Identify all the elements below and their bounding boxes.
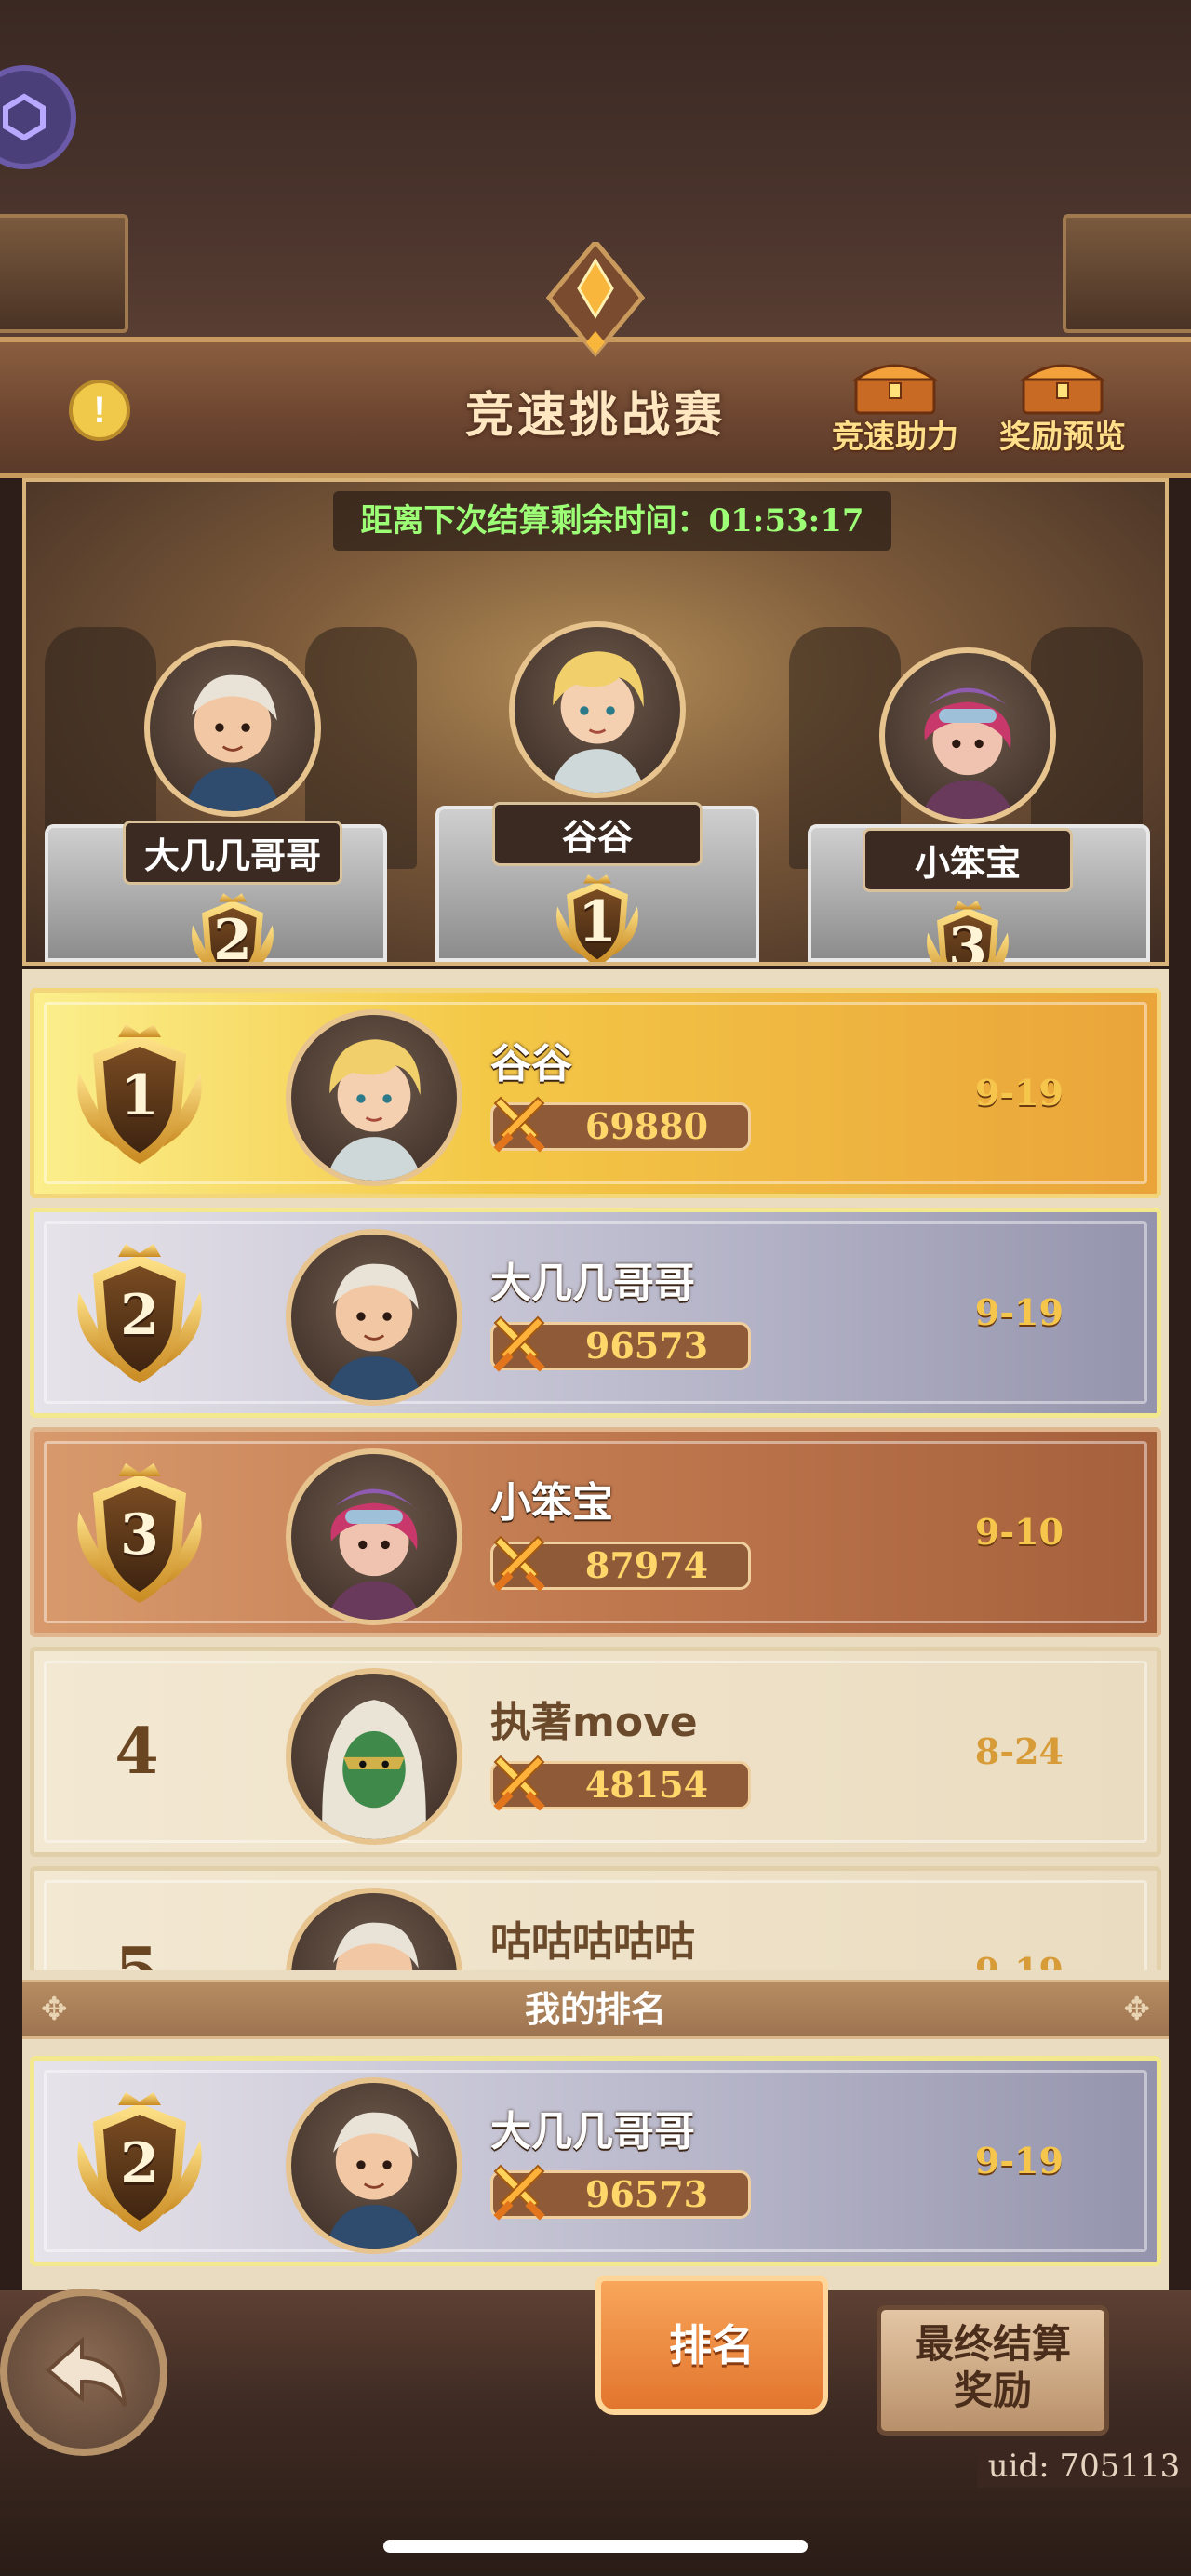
final-reward-tab[interactable]: 最终结算 奖励 — [877, 2305, 1109, 2436]
stage-level: 8-24 — [974, 1730, 1064, 1772]
ranking-row[interactable]: 1 谷谷 69880 9-19 — [30, 988, 1161, 1198]
power-value: 87974 — [584, 1544, 709, 1586]
countdown-time: 01:53:17 — [708, 502, 864, 540]
stage-level: 9-19 — [975, 1871, 1064, 1970]
final-reward-line2: 奖励 — [953, 2368, 1032, 2413]
back-button[interactable] — [0, 2289, 167, 2456]
my-rank-title: 我的排名 — [524, 1989, 666, 2030]
power-value: 96573 — [584, 1325, 709, 1367]
crossed-swords-icon — [488, 1096, 551, 1159]
ranking-row[interactable]: 4 执著move 48154 8-24 — [30, 1647, 1161, 1857]
home-indicator[interactable] — [383, 2540, 808, 2553]
left-pillar — [0, 214, 128, 333]
power-value: 48154 — [584, 1764, 709, 1806]
rank-shield-icon: 2 — [60, 1236, 219, 1395]
rank-number: 2 — [213, 908, 252, 966]
avatar — [286, 1009, 462, 1186]
avatar — [286, 2077, 462, 2254]
fleur-ornament-icon: ✥ — [1123, 1991, 1151, 2028]
treasure-chest-icon — [851, 364, 939, 415]
final-reward-line1: 最终结算 — [914, 2321, 1071, 2367]
race-boost-button[interactable]: 竞速助力 — [811, 357, 979, 460]
power-bar: 96573 — [490, 2170, 751, 2219]
player-name: 谷谷 — [490, 1040, 572, 1088]
ranking-row[interactable]: 3 小笨宝 87974 9-10 — [30, 1427, 1161, 1637]
stage-level: 9-10 — [974, 1511, 1064, 1553]
my-rank-header: ✥ 我的排名 ✥ — [22, 1980, 1169, 2039]
avatar — [286, 1668, 462, 1845]
player-name: 执著move — [490, 1699, 698, 1746]
countdown-label: 距离下次结算剩余时间： — [360, 502, 709, 540]
podium-name: 谷谷 — [492, 802, 703, 866]
podium-name: 大几几哥哥 — [122, 821, 342, 885]
crossed-swords-icon — [488, 1315, 551, 1379]
podium-slot-3[interactable]: 小笨宝 3 — [847, 647, 1089, 966]
podium-area: 距离下次结算剩余时间：01:53:17 大几几哥哥 2 谷谷 1 小笨宝 3 — [22, 478, 1169, 966]
power-value: 69880 — [584, 1105, 709, 1147]
power-bar: 48154 — [490, 1761, 751, 1809]
avatar — [144, 640, 321, 817]
podium-slot-2[interactable]: 大几几哥哥 2 — [112, 640, 354, 966]
race-boost-label: 竞速助力 — [832, 419, 958, 456]
treasure-chest-icon — [1019, 364, 1106, 415]
stage-level: 9-19 — [974, 1072, 1064, 1114]
ranking-row[interactable]: 2 大几几哥哥 96573 9-19 — [30, 1208, 1161, 1418]
player-name: 大几几哥哥 — [490, 2108, 695, 2156]
rank-number: 4 — [114, 1715, 159, 1789]
crossed-swords-icon — [488, 1535, 551, 1598]
rank-shield-icon: 3 — [60, 1456, 219, 1614]
rank-number: 2 — [120, 2131, 159, 2196]
power-value: 96573 — [584, 2173, 709, 2215]
power-bar: 96573 — [490, 1322, 751, 1370]
my-rank-row[interactable]: 2 大几几哥哥 96573 9-19 — [30, 2056, 1161, 2266]
settlement-countdown: 距离下次结算剩余时间：01:53:17 — [333, 491, 891, 551]
right-pillar — [1063, 214, 1191, 333]
rank-shield-icon: 3 — [916, 892, 1020, 966]
rank-shield-icon: 2 — [60, 2085, 219, 2243]
avatar — [286, 1448, 462, 1625]
rank-number: 1 — [120, 1063, 159, 1128]
stage-level: 9-19 — [974, 2140, 1064, 2182]
rank-number: 5 — [72, 1871, 202, 1970]
player-name: 咕咕咕咕咕 — [490, 1918, 695, 1966]
rank-shield-icon: 1 — [545, 866, 649, 966]
reward-preview-button[interactable]: 奖励预览 — [979, 357, 1146, 460]
avatar — [879, 647, 1056, 824]
rank-number: 3 — [120, 1502, 159, 1568]
rank-number: 1 — [578, 889, 617, 954]
back-arrow-icon — [45, 2337, 127, 2408]
rank-shield-icon: 1 — [60, 1017, 219, 1175]
crossed-swords-icon — [488, 1755, 551, 1818]
player-name: 小笨宝 — [490, 1479, 613, 1527]
ranking-tab[interactable]: 排名 — [596, 2276, 828, 2415]
player-name: 大几几哥哥 — [490, 1260, 695, 1307]
power-bar: 87974 — [490, 1542, 751, 1590]
rank-number: 3 — [948, 915, 987, 966]
rank-shield-icon: 2 — [181, 885, 285, 966]
fleur-ornament-icon: ✥ — [41, 1991, 68, 2028]
ranking-row[interactable]: 5 咕咕咕咕咕 9-19 — [30, 1866, 1161, 1970]
crossed-swords-icon — [488, 2164, 551, 2227]
podium-name: 小笨宝 — [863, 828, 1073, 892]
avatar — [286, 1888, 462, 1970]
stage-level: 9-19 — [974, 1291, 1064, 1333]
power-bar: 69880 — [490, 1102, 751, 1151]
podium-slot-1[interactable]: 谷谷 1 — [476, 621, 718, 966]
uid-label: uid: 705113 — [977, 2445, 1191, 2488]
rank-number: 2 — [120, 1283, 159, 1348]
crest-ornament — [545, 242, 646, 357]
reward-preview-label: 奖励预览 — [999, 419, 1126, 456]
avatar — [509, 621, 686, 798]
avatar — [286, 1229, 462, 1406]
ranking-list[interactable]: 1 谷谷 69880 9-19 2 大几几哥哥 96573 9-19 3 小笨宝… — [22, 988, 1169, 1970]
